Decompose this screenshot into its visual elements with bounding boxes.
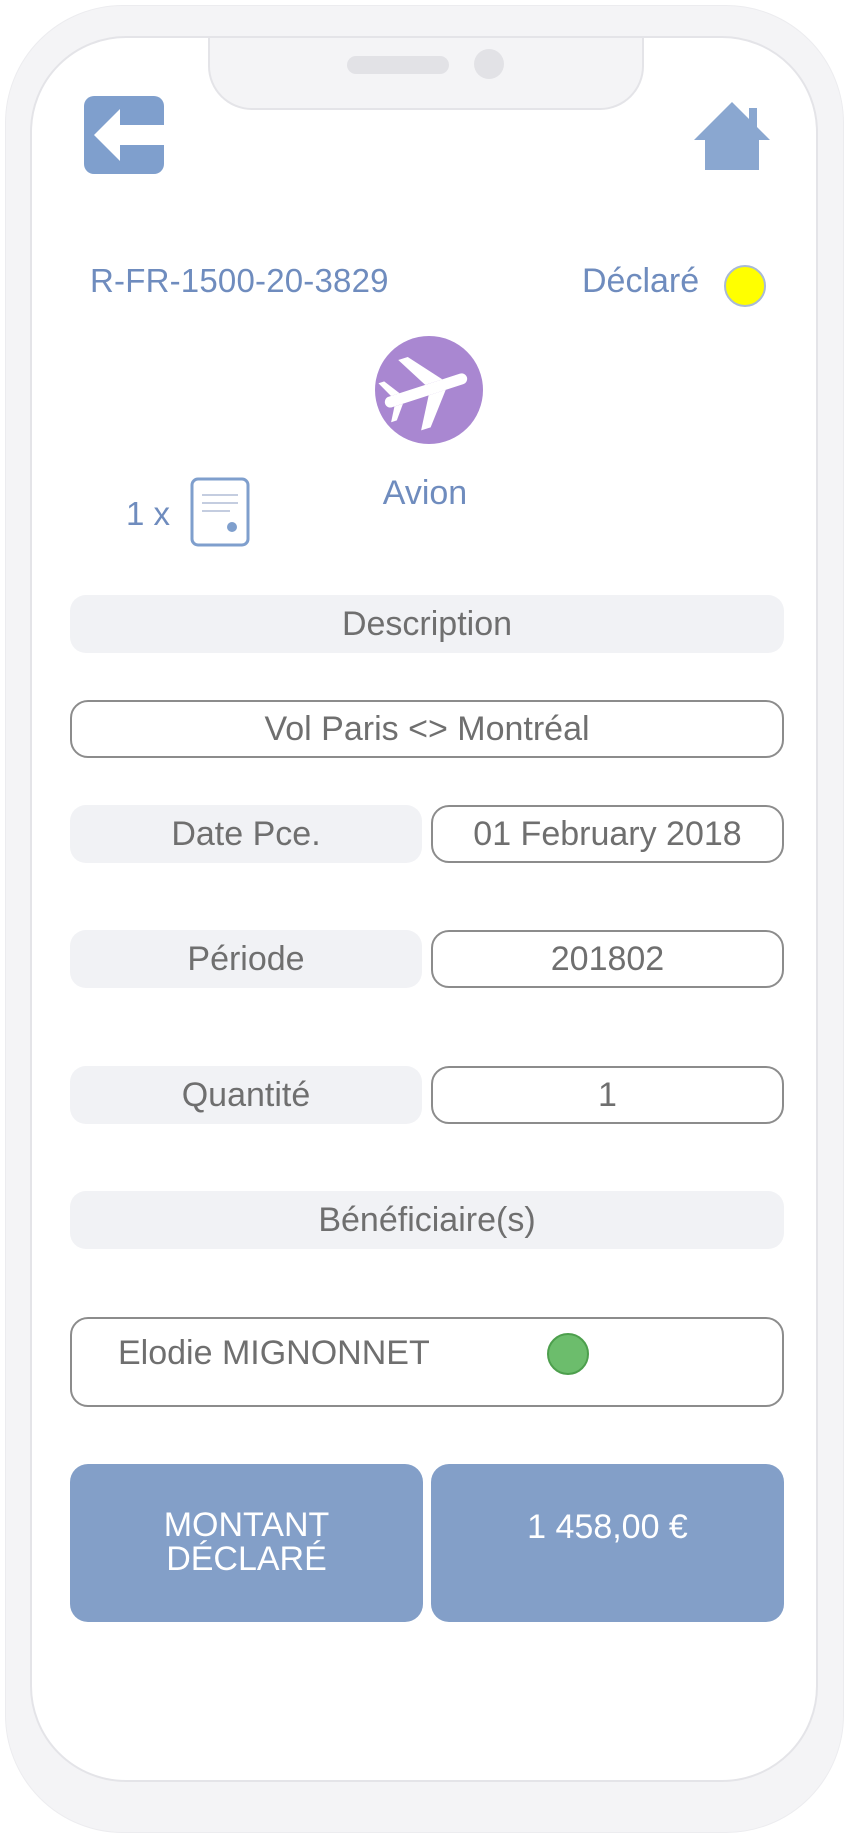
amount-label-line2: DÉCLARÉ bbox=[166, 1540, 327, 1578]
date-field[interactable]: 01 February 2018 bbox=[431, 805, 784, 863]
home-button[interactable] bbox=[694, 100, 770, 170]
amount-value[interactable]: 1 458,00 € bbox=[431, 1464, 784, 1622]
home-icon bbox=[694, 102, 770, 170]
beneficiaries-label: Bénéficiaire(s) bbox=[70, 1191, 784, 1249]
status-indicator bbox=[724, 265, 766, 307]
status-label: Déclaré bbox=[582, 262, 700, 300]
beneficiary-name: Elodie MIGNONNET bbox=[118, 1334, 430, 1372]
beneficiary-status-indicator bbox=[547, 1333, 589, 1375]
quantity-field[interactable]: 1 bbox=[431, 1066, 784, 1124]
description-label: Description bbox=[70, 595, 784, 653]
reference-number: R-FR-1500-20-3829 bbox=[90, 262, 389, 299]
period-label: Période bbox=[70, 930, 422, 988]
document-icon bbox=[190, 477, 250, 547]
date-label: Date Pce. bbox=[70, 805, 422, 863]
amount-label: MONTANT DÉCLARÉ bbox=[70, 1464, 423, 1622]
back-arrow-icon bbox=[84, 96, 164, 174]
attachment-count: 1 x bbox=[126, 495, 171, 532]
phone-camera bbox=[474, 49, 504, 79]
airplane-icon bbox=[378, 356, 468, 431]
description-field[interactable]: Vol Paris <> Montréal bbox=[70, 700, 784, 758]
amount-label-line1: MONTANT bbox=[163, 1506, 330, 1544]
attachment-button[interactable] bbox=[190, 477, 250, 547]
phone-speaker bbox=[347, 56, 449, 74]
period-field[interactable]: 201802 bbox=[431, 930, 784, 988]
category-label: Avion bbox=[382, 474, 468, 512]
category-badge bbox=[375, 336, 483, 444]
phone-notch bbox=[208, 38, 644, 110]
back-button[interactable] bbox=[84, 96, 164, 174]
quantity-label: Quantité bbox=[70, 1066, 422, 1124]
